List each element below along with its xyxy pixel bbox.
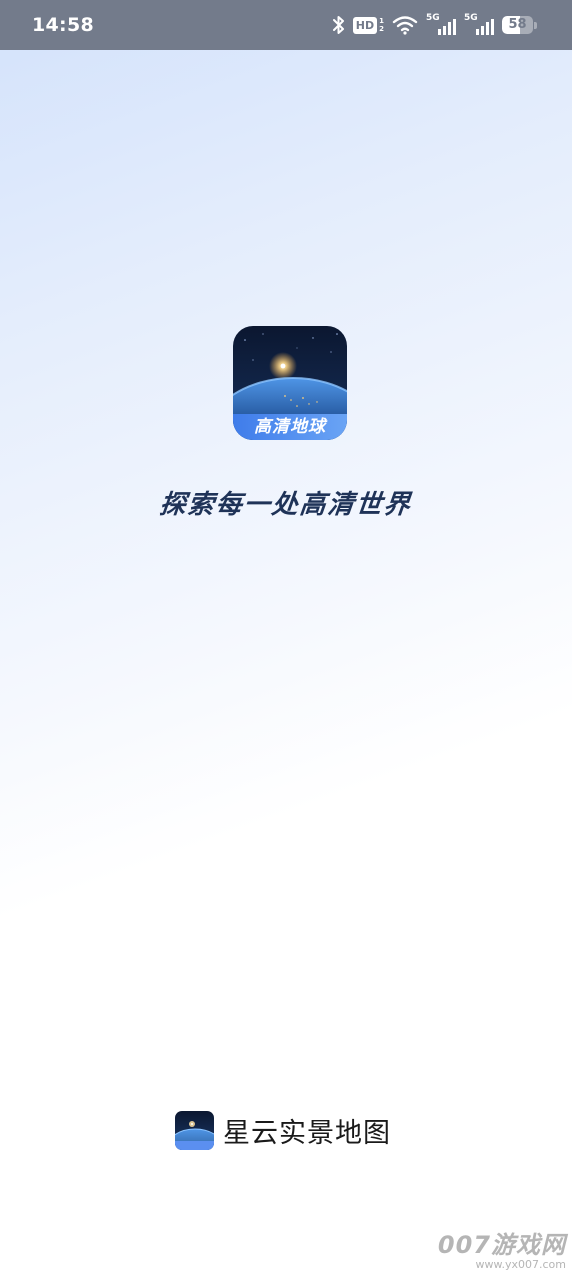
brand-footer: 星云实景地图 (175, 1110, 391, 1150)
bluetooth-icon (332, 15, 345, 35)
signal-icon-2: 5G (464, 13, 494, 37)
watermark-main: 007游戏网 (437, 1231, 566, 1259)
hd-sub-bottom: 2 (379, 25, 384, 33)
hd-sub-top: 1 (379, 17, 384, 25)
hd-label: HD (352, 16, 378, 34)
brand-name: 星云实景地图 (223, 1117, 391, 1149)
status-time: 14:58 (32, 14, 94, 36)
wifi-icon (392, 15, 418, 35)
app-icon: 高清地球 (233, 326, 347, 440)
watermark-url: www.yx007.com (475, 1258, 566, 1271)
slogan: 探索每一处高清世界 (158, 490, 414, 520)
brand-logo-icon (175, 1110, 214, 1150)
status-icons: HD 1 2 5G 5G 58 (332, 0, 538, 50)
battery-icon: 58 (502, 15, 538, 35)
battery-percent: 58 (508, 17, 527, 32)
status-bar: 14:58 HD 1 2 5G 5G 58 (0, 0, 572, 50)
hd-voice-icon: HD 1 2 (352, 16, 384, 34)
app-icon-label: 高清地球 (254, 417, 326, 437)
signal-icon-1: 5G (426, 13, 456, 37)
watermark: 007游戏网 www.yx007.com (426, 1232, 566, 1271)
